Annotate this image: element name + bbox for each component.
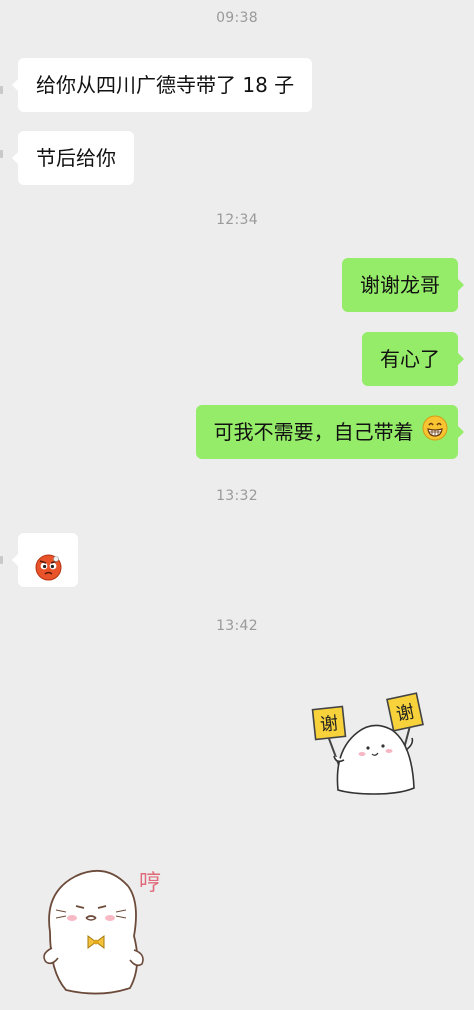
message-outgoing[interactable]: 有心了 (362, 332, 464, 386)
timestamp: 13:32 (216, 488, 258, 504)
timestamp: 12:34 (216, 212, 258, 228)
edge-divider (0, 556, 3, 564)
sticker-sign-left: 谢 (319, 713, 339, 736)
message-text: 节后给你 (36, 146, 116, 170)
message-incoming[interactable]: 给你从四川广德寺带了 18 子 (11, 58, 313, 112)
timestamp: 13:42 (216, 618, 258, 634)
message-incoming-emoji[interactable] (12, 533, 78, 587)
seal-pouting-icon: 哼 (43, 869, 161, 995)
message-text: 有心了 (380, 347, 440, 371)
ghost-holding-signs-icon: 谢 谢 (311, 692, 424, 795)
message-incoming[interactable]: 节后给你 (12, 131, 134, 185)
angry-emoji-icon (35, 547, 62, 601)
message-outgoing[interactable]: 谢谢龙哥 (342, 258, 464, 312)
timestamp: 09:38 (216, 10, 258, 26)
edge-divider (0, 150, 3, 158)
message-text: 可我不需要，自己带着 (213, 420, 414, 444)
edge-divider (0, 86, 3, 94)
thanks-sticker[interactable]: 谢 谢 (308, 690, 438, 800)
sticker-hmph-text: 哼 (139, 871, 161, 896)
message-outgoing[interactable]: 可我不需要，自己带着 (195, 405, 465, 461)
message-text: 给你从四川广德寺带了 18 子 (36, 73, 295, 97)
message-text: 谢谢龙哥 (360, 273, 440, 297)
hmph-sticker[interactable]: 哼 (30, 862, 180, 1002)
grin-emoji-icon (422, 407, 448, 461)
